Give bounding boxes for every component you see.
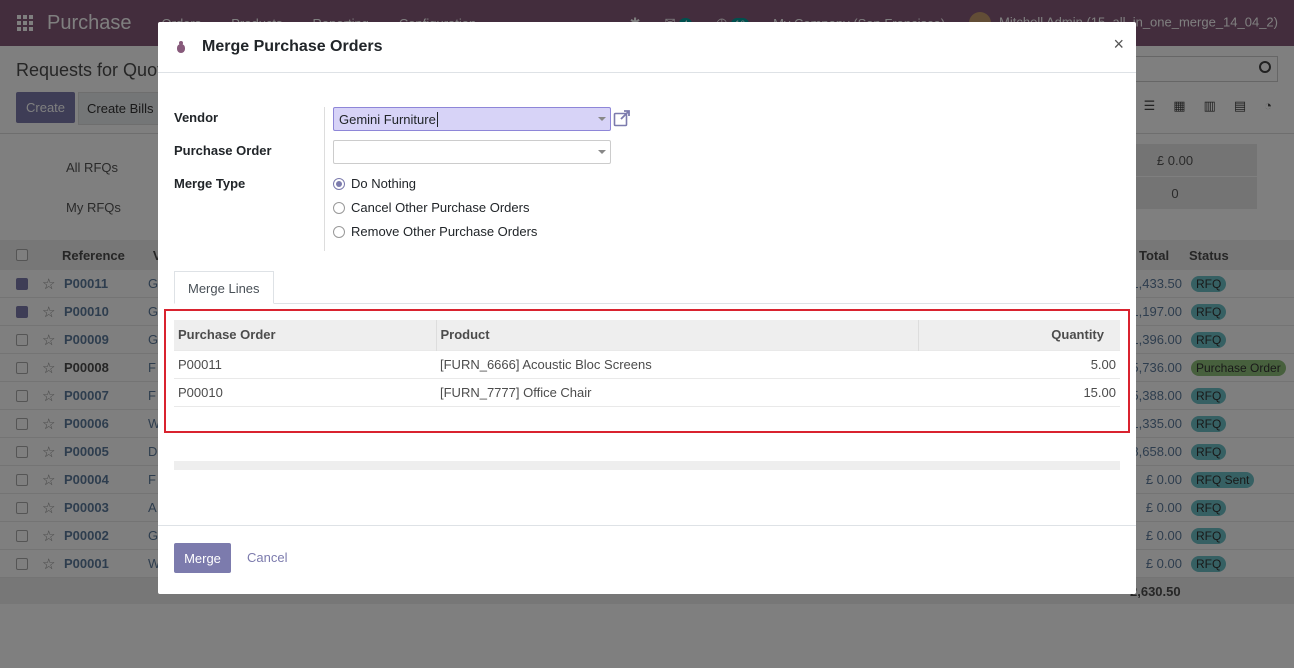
horizontal-scrollbar[interactable] bbox=[174, 461, 1120, 470]
notebook-tabs: Merge Lines bbox=[174, 271, 1120, 304]
merge-button[interactable]: Merge bbox=[174, 543, 231, 573]
purchase-order-label: Purchase Order bbox=[174, 143, 272, 158]
line-product: [FURN_7777] Office Chair bbox=[436, 377, 918, 406]
external-link-icon[interactable] bbox=[613, 109, 631, 127]
table-header-row: Purchase Order Product Quantity bbox=[174, 320, 1120, 350]
label-divider bbox=[324, 107, 325, 251]
purchase-order-field[interactable] bbox=[333, 140, 611, 164]
radio-label: Remove Other Purchase Orders bbox=[351, 224, 538, 239]
line-quantity: 5.00 bbox=[918, 349, 1120, 378]
table-row[interactable]: P00011 [FURN_6666] Acoustic Bloc Screens… bbox=[174, 349, 1120, 378]
merge-type-label: Merge Type bbox=[174, 176, 246, 191]
radio-do-nothing[interactable] bbox=[333, 177, 345, 190]
merge-type-remove-others[interactable]: Remove Other Purchase Orders bbox=[333, 224, 537, 239]
merge-type-cancel-others[interactable]: Cancel Other Purchase Orders bbox=[333, 200, 529, 215]
column-product[interactable]: Product bbox=[436, 320, 919, 350]
cancel-button[interactable]: Cancel bbox=[247, 550, 287, 565]
radio-label: Do Nothing bbox=[351, 176, 417, 191]
line-quantity: 15.00 bbox=[918, 377, 1120, 406]
bug-icon bbox=[175, 41, 187, 53]
column-purchase-order[interactable]: Purchase Order bbox=[174, 320, 437, 350]
modal-title: Merge Purchase Orders bbox=[202, 38, 383, 55]
vendor-label: Vendor bbox=[174, 110, 219, 125]
column-quantity[interactable]: Quantity bbox=[918, 320, 1120, 350]
merge-purchase-orders-dialog: Merge Purchase Orders × Vendor Purchase … bbox=[158, 22, 1136, 594]
merge-lines-table: Purchase Order Product Quantity P00011 [… bbox=[174, 320, 1120, 432]
purchase-order-dropdown-icon[interactable] bbox=[598, 150, 606, 154]
radio-cancel-others[interactable] bbox=[333, 201, 345, 214]
radio-label: Cancel Other Purchase Orders bbox=[351, 200, 530, 215]
modal-header: Merge Purchase Orders × bbox=[158, 22, 1136, 73]
merge-type-do-nothing[interactable]: Do Nothing bbox=[333, 176, 416, 191]
line-purchase-order: P00010 bbox=[174, 377, 436, 406]
modal-footer: Merge Cancel bbox=[158, 525, 1136, 594]
tab-merge-lines[interactable]: Merge Lines bbox=[174, 271, 274, 304]
vendor-field[interactable]: Gemini Furniture bbox=[333, 107, 611, 131]
line-product: [FURN_6666] Acoustic Bloc Screens bbox=[436, 349, 918, 378]
table-empty-row bbox=[174, 405, 1120, 432]
line-purchase-order: P00011 bbox=[174, 349, 436, 378]
close-icon[interactable]: × bbox=[1113, 34, 1124, 55]
vendor-value: Gemini Furniture bbox=[339, 112, 436, 127]
vendor-dropdown-icon[interactable] bbox=[598, 117, 606, 121]
radio-remove-others[interactable] bbox=[333, 225, 345, 238]
table-row[interactable]: P00010 [FURN_7777] Office Chair 15.00 bbox=[174, 377, 1120, 406]
